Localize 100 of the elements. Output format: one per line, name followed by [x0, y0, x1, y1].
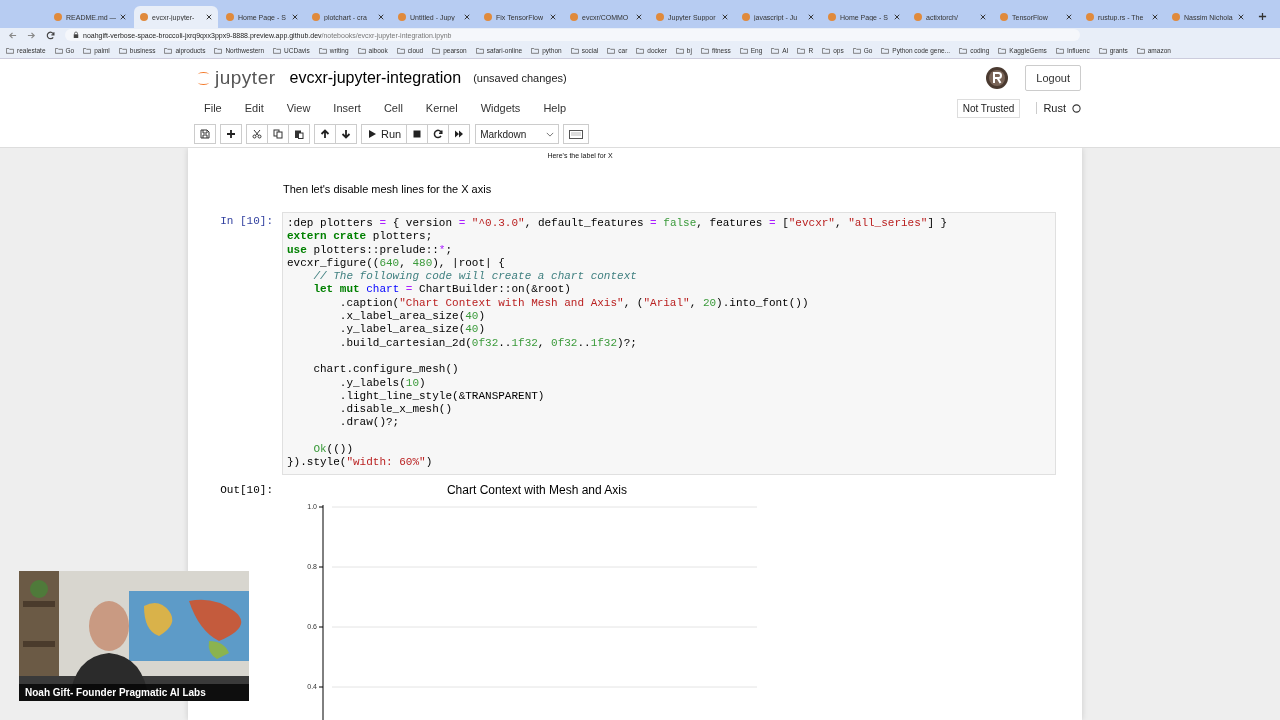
- code-line: .build_cartesian_2d(0f32..1f32, 0f32..1f32)?;: [338, 336, 638, 350]
- folder-icon: [1055, 46, 1064, 54]
- favicon-icon: [226, 13, 234, 21]
- folder-icon: [531, 46, 540, 54]
- cell-type-dropdown[interactable]: Markdown: [475, 124, 560, 144]
- code-line: let mut chart = ChartBuilder::on(&root): [312, 283, 572, 297]
- keyboard-button[interactable]: [563, 124, 590, 144]
- move-up-button[interactable]: [314, 124, 336, 144]
- folder-icon: [959, 46, 968, 54]
- folder-icon: [881, 46, 890, 54]
- folder-icon: [822, 46, 831, 54]
- close-icon[interactable]: [1238, 14, 1244, 20]
- menu-item[interactable]: Widgets: [480, 102, 521, 114]
- folder-icon: [83, 46, 92, 54]
- folder-icon: [357, 46, 366, 54]
- paste-button[interactable]: [288, 124, 310, 144]
- close-icon[interactable]: [464, 14, 470, 20]
- chart-title: Chart Context with Mesh and Axis: [446, 482, 628, 497]
- trust-indicator[interactable]: Not Trusted: [956, 98, 1021, 118]
- code-line: :dep plotters = { version = "^0.3.0", default_features = false, features = ["evcxr", "all_series"] }: [287, 217, 949, 231]
- arrow-down-icon: [341, 129, 351, 139]
- code-line: .y_label_area_size(40): [338, 323, 487, 337]
- favicon-icon: [1172, 13, 1180, 21]
- close-icon[interactable]: [120, 14, 126, 20]
- folder-icon: [273, 46, 282, 54]
- folder-icon: [1098, 46, 1107, 54]
- folder-icon: [852, 46, 861, 54]
- favicon-icon: [570, 13, 578, 21]
- folder-icon: [214, 46, 223, 54]
- close-icon[interactable]: [378, 14, 384, 20]
- close-icon[interactable]: [292, 14, 298, 20]
- keyboard-icon: [569, 129, 584, 139]
- menu-item[interactable]: File: [204, 102, 222, 114]
- code-line: .x_label_area_size(40): [338, 310, 487, 324]
- favicon-icon: [1086, 13, 1094, 21]
- folder-icon: [771, 46, 780, 54]
- stop-icon: [412, 129, 423, 139]
- code-line: chart.configure_mesh(): [312, 363, 460, 377]
- fast-forward-icon: [454, 129, 465, 139]
- restart-icon: [433, 129, 444, 139]
- folder-icon: [998, 46, 1007, 54]
- folder-icon: [396, 46, 405, 54]
- menu-item[interactable]: Insert: [333, 102, 361, 114]
- jupyter-logo[interactable]: jupyter: [195, 67, 276, 89]
- save-button[interactable]: [194, 124, 216, 144]
- close-icon[interactable]: [1152, 14, 1158, 20]
- input-prompt: In [10]:: [219, 214, 274, 227]
- favicon-icon: [742, 13, 750, 21]
- code-line: .y_labels(10): [338, 376, 427, 390]
- close-icon[interactable]: [206, 14, 212, 20]
- close-icon[interactable]: [808, 14, 814, 20]
- code-line: use plotters::prelude::*;: [287, 243, 454, 257]
- copy-button[interactable]: [267, 124, 289, 144]
- menu-item[interactable]: Kernel: [425, 102, 458, 114]
- fast-forward-button[interactable]: [448, 124, 471, 144]
- lock-icon: [73, 31, 79, 39]
- save-status: (unsaved changes): [473, 72, 567, 84]
- stop-button[interactable]: [406, 124, 429, 144]
- menu-item[interactable]: Cell: [383, 102, 403, 114]
- new-tab-icon[interactable]: [1258, 12, 1267, 21]
- notebook-title[interactable]: evcxr-jupyter-integration: [289, 69, 462, 87]
- run-button[interactable]: Run: [361, 124, 408, 144]
- menu-item[interactable]: Help: [543, 102, 566, 114]
- close-icon[interactable]: [722, 14, 728, 20]
- code-line: evcxr_figure((640, 480), |root| {: [287, 256, 506, 271]
- back-icon[interactable]: [8, 30, 17, 40]
- folder-icon: [118, 46, 127, 54]
- favicon-icon: [914, 13, 922, 21]
- caret-icon: [546, 131, 555, 137]
- folder-icon: [607, 46, 616, 54]
- close-icon[interactable]: [894, 14, 900, 20]
- close-icon[interactable]: [980, 14, 986, 20]
- cut-button[interactable]: [246, 124, 268, 144]
- favicon-icon: [656, 13, 664, 21]
- insert-cell-button[interactable]: [220, 124, 242, 144]
- move-down-button[interactable]: [335, 124, 357, 144]
- code-line: .caption("Chart Context with Mesh and Axis", ("Arial", 20).into_font()): [338, 296, 810, 311]
- folder-icon: [432, 46, 441, 54]
- folder-icon: [636, 46, 645, 54]
- favicon-icon: [54, 13, 62, 21]
- menu-item[interactable]: Edit: [244, 102, 264, 114]
- menu-item[interactable]: View: [286, 102, 311, 114]
- code-cell[interactable]: [282, 212, 1056, 475]
- favicon-icon: [484, 13, 492, 21]
- folder-icon: [1136, 46, 1145, 54]
- folder-icon: [164, 46, 173, 54]
- code-line: .disable_x_mesh(): [338, 403, 454, 417]
- reload-icon[interactable]: [46, 30, 55, 40]
- favicon-icon: [828, 13, 836, 21]
- forward-icon[interactable]: [27, 30, 36, 40]
- close-icon[interactable]: [1066, 14, 1072, 20]
- folder-icon: [570, 46, 579, 54]
- close-icon[interactable]: [636, 14, 642, 20]
- video-caption: Noah Gift- Founder Pragmatic AI Labs: [19, 684, 249, 701]
- kernel-name: Rust: [1036, 102, 1066, 114]
- restart-button[interactable]: [427, 124, 450, 144]
- copy-icon: [273, 129, 283, 139]
- code-line: .draw()?;: [338, 416, 401, 430]
- logout-button[interactable]: Logout: [1025, 65, 1081, 91]
- close-icon[interactable]: [550, 14, 556, 20]
